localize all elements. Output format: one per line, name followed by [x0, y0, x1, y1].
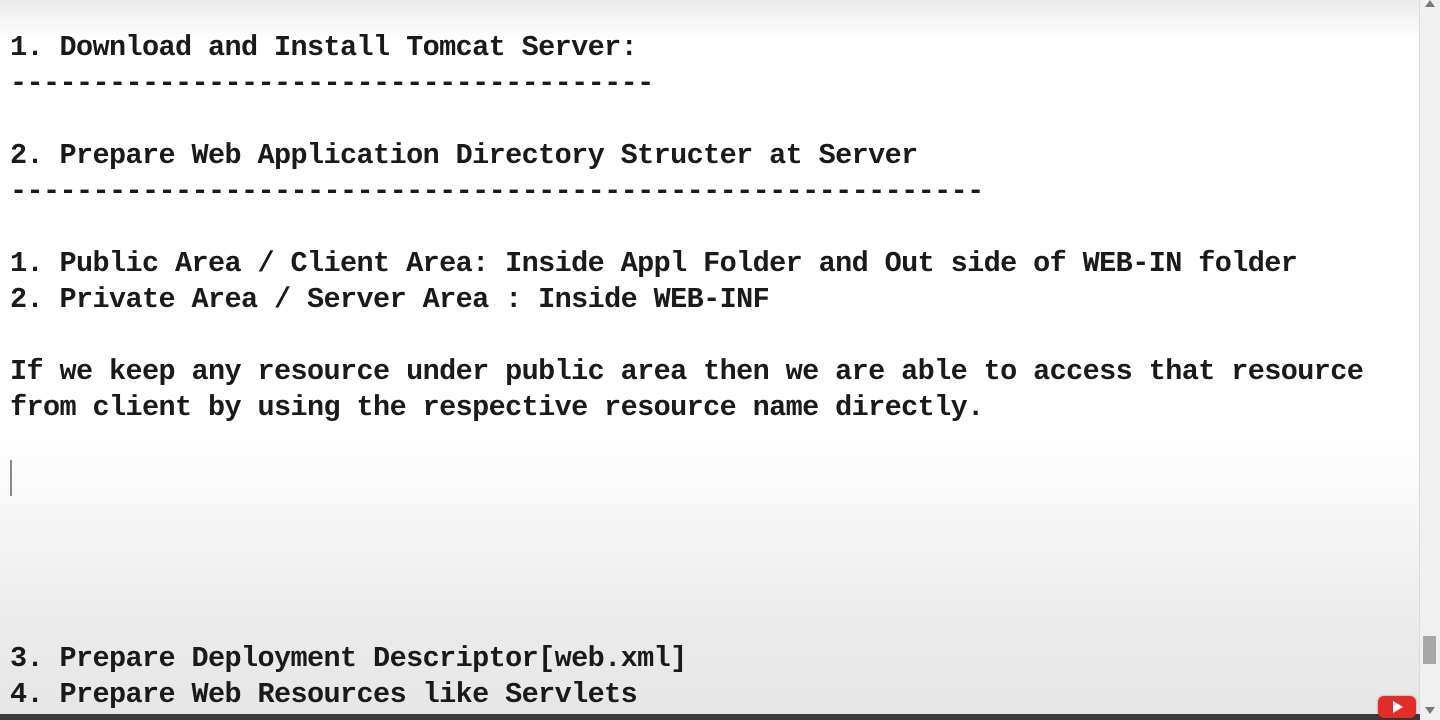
text-line-step-3: 3. Prepare Deployment Descriptor[web.xml…: [10, 642, 687, 675]
text-line-separator-1: ---------------------------------------: [10, 67, 654, 100]
chevron-up-icon[interactable]: [1425, 0, 1435, 7]
text-line-paragraph-2: from client by using the respective reso…: [10, 391, 984, 424]
video-progress-strip: [0, 714, 1420, 720]
scrollbar-thumb[interactable]: [1423, 636, 1436, 664]
youtube-logo-icon[interactable]: [1378, 696, 1416, 718]
text-editor-window: 1. Download and Install Tomcat Server: -…: [0, 0, 1440, 720]
text-line-separator-2: ----------------------------------------…: [10, 175, 984, 208]
text-caret: [10, 460, 12, 496]
chevron-down-icon[interactable]: [1425, 707, 1435, 714]
text-line-paragraph-1: If we keep any resource under public are…: [10, 355, 1364, 388]
text-line-heading-2: 2. Prepare Web Application Directory Str…: [10, 139, 918, 172]
text-line-heading-1: 1. Download and Install Tomcat Server:: [10, 31, 638, 64]
vertical-scrollbar[interactable]: [1419, 0, 1440, 720]
text-line-public-area: 1. Public Area / Client Area: Inside App…: [10, 247, 1298, 280]
text-line-private-area: 2. Private Area / Server Area : Inside W…: [10, 283, 770, 316]
text-editor-area[interactable]: 1. Download and Install Tomcat Server: -…: [10, 0, 1415, 720]
text-line-step-4: 4. Prepare Web Resources like Servlets: [10, 678, 638, 711]
